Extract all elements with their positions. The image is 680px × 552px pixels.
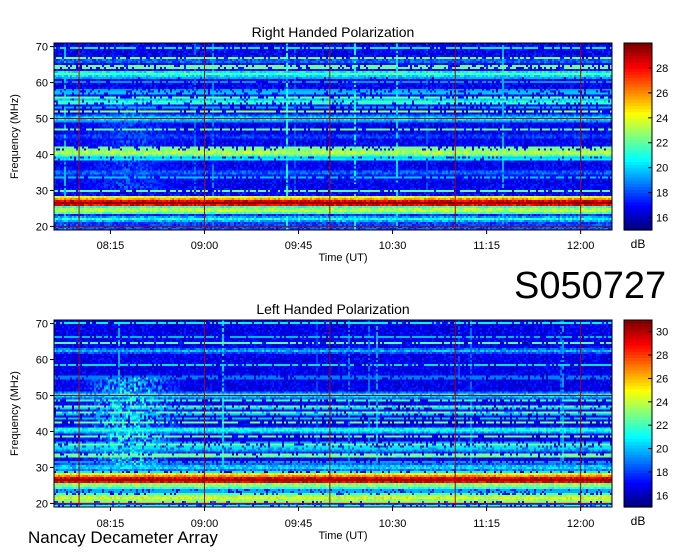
panel-left-handed (50, 319, 653, 511)
colorbar-tick-label: 28 (656, 350, 668, 362)
x-tick-label: 10:30 (379, 518, 407, 530)
colorbar-tick-label: 26 (656, 88, 668, 100)
colorbar-tick-label: 20 (656, 444, 668, 456)
x-tick-label: 09:45 (285, 518, 313, 530)
y-tick-label: 40 (36, 149, 48, 161)
colorbar-label: dB (631, 237, 646, 251)
y-tick-label: 60 (36, 78, 48, 90)
x-tick-label: 09:45 (285, 240, 313, 252)
colorbar-tick-label: 22 (656, 420, 668, 432)
instrument-label: Nancay Decameter Array (28, 528, 218, 547)
x-tick-label: 11:15 (473, 240, 500, 252)
y-tick-label: 20 (36, 221, 48, 233)
spectrogram-image (54, 320, 612, 507)
y-tick-label: 60 (36, 355, 48, 367)
colorbar-tick-label: 16 (656, 213, 668, 225)
colorbar-label: dB (631, 514, 646, 528)
panel-right-handed (50, 42, 653, 234)
x-tick-label: 10:30 (379, 240, 407, 252)
panel-title: Right Handed Polarization (252, 24, 415, 40)
y-tick-label: 70 (36, 42, 48, 54)
y-axis-label: Frequency (MHz) (9, 371, 21, 456)
x-axis-label: Time (UT) (318, 530, 367, 542)
colorbar-tick-label: 26 (656, 373, 668, 385)
x-tick-label: 12:00 (567, 518, 595, 530)
colorbar-segment (624, 320, 652, 324)
colorbar-segment (624, 43, 652, 47)
colorbar-tick-label: 28 (656, 63, 668, 75)
colorbar-tick-label: 16 (656, 490, 668, 502)
colorbar-tick-label: 22 (656, 138, 668, 150)
x-axis-label: Time (UT) (318, 252, 367, 264)
y-tick-label: 30 (36, 462, 48, 474)
observation-id: S050727 (514, 265, 667, 307)
y-tick-label: 30 (36, 185, 48, 197)
x-tick-label: 11:15 (473, 518, 500, 530)
x-tick-label: 12:00 (567, 240, 595, 252)
colorbar-tick-label: 18 (656, 188, 668, 200)
x-tick-label: 09:00 (191, 240, 219, 252)
spectrogram-image (54, 43, 612, 230)
x-tick-label: 08:15 (97, 240, 125, 252)
y-tick-label: 20 (36, 498, 48, 510)
y-tick-label: 70 (36, 319, 48, 331)
panel-title: Left Handed Polarization (256, 301, 409, 317)
colorbar-tick-label: 18 (656, 467, 668, 479)
colorbar-tick-label: 20 (656, 163, 668, 175)
colorbar-tick-label: 24 (656, 397, 668, 409)
colorbar-tick-label: 24 (656, 113, 668, 125)
y-tick-label: 50 (36, 391, 48, 403)
y-tick-label: 40 (36, 426, 48, 438)
y-axis-label: Frequency (MHz) (9, 94, 21, 179)
y-tick-label: 50 (36, 114, 48, 126)
colorbar-tick-label: 30 (656, 327, 668, 339)
